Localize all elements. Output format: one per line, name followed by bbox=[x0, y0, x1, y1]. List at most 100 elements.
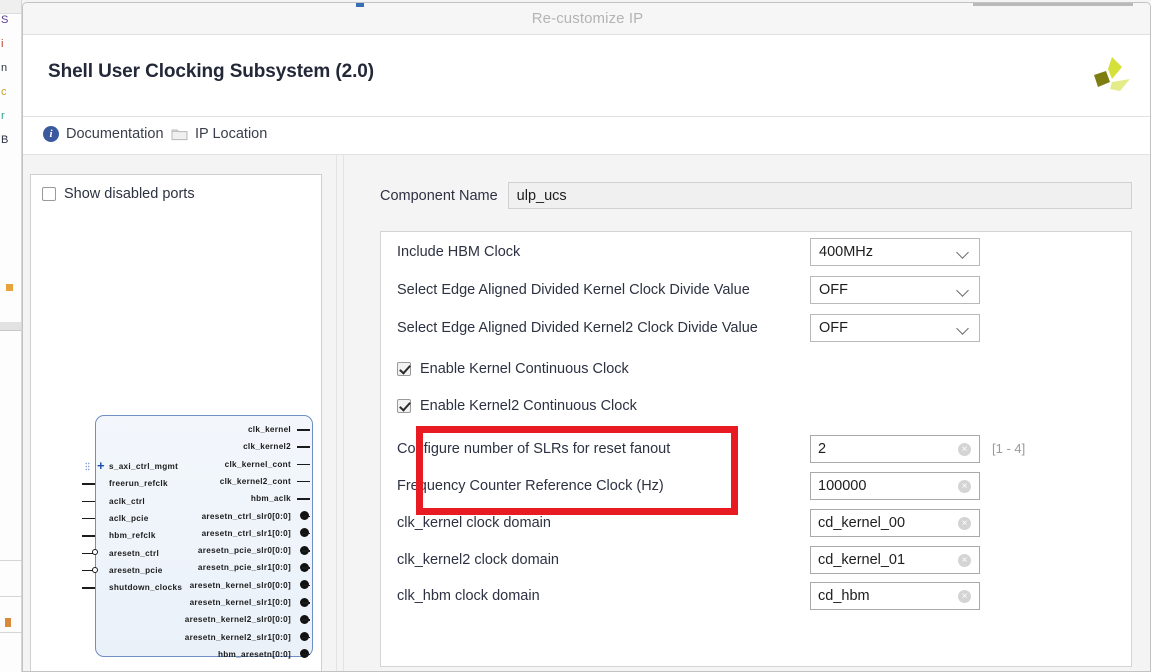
bg-char-4: r bbox=[1, 110, 5, 122]
kernel-clock-divide-value-value: OFF bbox=[819, 282, 848, 298]
pin-label-left: aclk_pcie bbox=[109, 513, 149, 523]
kernel-clock-divide-value-control: OFF bbox=[810, 276, 980, 304]
show-disabled-ports-row[interactable]: Show disabled ports bbox=[42, 186, 195, 202]
dialog-body: Show disabled ports s_axi_ctrl_mgmt + free… bbox=[23, 155, 1150, 671]
pin-label-right: clk_kernel2_cont bbox=[219, 476, 291, 486]
kernel-clock-divide-value-select[interactable]: OFF bbox=[810, 276, 980, 304]
pin-stub-right bbox=[302, 636, 310, 639]
settings-row: clk_kernel clock domain cd_kernel_00 × bbox=[381, 508, 1133, 538]
ports-diagram-box: Show disabled ports s_axi_ctrl_mgmt + free… bbox=[30, 174, 322, 671]
settings-row: Frequency Counter Reference Clock (Hz) 10… bbox=[381, 471, 1133, 501]
bg-divider-3 bbox=[0, 596, 21, 597]
kernel2-clock-divide-value-value: OFF bbox=[819, 320, 848, 336]
chevron-down-icon[interactable] bbox=[956, 284, 969, 297]
dialog-titlebar[interactable]: Re-customize IP bbox=[23, 3, 1150, 35]
clear-field-icon[interactable]: × bbox=[958, 590, 971, 603]
enable-kernel2-continuous-clock-row[interactable]: Enable Kernel2 Continuous Clock bbox=[397, 391, 637, 421]
enable-kernel2-continuous-clock-label: Enable Kernel2 Continuous Clock bbox=[420, 398, 637, 414]
pin-stub-right bbox=[297, 463, 310, 466]
pin-label-right: aresetn_ctrl_slr0[0:0] bbox=[201, 511, 291, 521]
enable-kernel-continuous-clock-checkbox[interactable] bbox=[397, 362, 411, 376]
slr-reset-fanout-range-hint: [1 - 4] bbox=[992, 441, 1026, 456]
ip-location-label: IP Location bbox=[195, 126, 268, 142]
freq-counter-ref-clock-input[interactable]: 100000 × bbox=[810, 472, 980, 500]
pin-stub-left bbox=[82, 517, 95, 520]
clk-kernel-clock-domain-control: cd_kernel_00 × bbox=[810, 509, 980, 537]
pin-label-right: aresetn_kernel2_slr1[0:0] bbox=[184, 632, 291, 642]
settings-row: Configure number of SLRs for reset fanou… bbox=[381, 434, 1133, 464]
kernel-clock-divide-value-label: Select Edge Aligned Divided Kernel Clock… bbox=[397, 282, 750, 298]
pin-label-left: aresetn_pcie bbox=[109, 565, 163, 575]
pin-label-right: aresetn_kernel2_slr0[0:0] bbox=[184, 615, 291, 625]
settings-panel: Include HBM Clock 400MHz Select Edge Align… bbox=[380, 231, 1132, 667]
freq-counter-ref-clock-value: 100000 bbox=[818, 478, 867, 494]
component-name-input[interactable] bbox=[507, 182, 1132, 209]
component-name-row: Component Name bbox=[380, 182, 1132, 209]
pin-stub-right bbox=[297, 446, 310, 448]
pin-stub-right bbox=[297, 429, 310, 431]
include-hbm-clock-select[interactable]: 400MHz bbox=[810, 238, 980, 266]
chevron-down-icon[interactable] bbox=[956, 322, 969, 335]
chevron-down-icon[interactable] bbox=[956, 246, 969, 259]
pin-stub-right bbox=[302, 602, 310, 604]
settings-pane: Component Name Include HBM Clock 400MHz Se… bbox=[344, 155, 1150, 671]
folder-icon bbox=[171, 127, 188, 141]
clk-hbm-clock-domain-value: cd_hbm bbox=[818, 588, 870, 604]
enable-kernel2-continuous-clock-checkbox[interactable] bbox=[397, 399, 411, 413]
pin-label-right: aresetn_ctrl_slr1[0:0] bbox=[201, 528, 291, 538]
pin-label-right: aresetn_pcie_slr1[0:0] bbox=[197, 563, 291, 573]
bg-char-2: n bbox=[1, 62, 8, 74]
clear-field-icon[interactable]: × bbox=[958, 443, 971, 456]
settings-row: Select Edge Aligned Divided Kernel Clock… bbox=[381, 275, 1133, 305]
clk-kernel2-clock-domain-control: cd_kernel_01 × bbox=[810, 546, 980, 574]
pin-stub-right bbox=[297, 480, 310, 483]
kernel2-clock-divide-value-select[interactable]: OFF bbox=[810, 314, 980, 342]
clear-field-icon[interactable]: × bbox=[958, 517, 971, 530]
pin-label-right: hbm_aclk bbox=[250, 494, 291, 504]
component-name-label: Component Name bbox=[380, 187, 498, 204]
settings-row: Select Edge Aligned Divided Kernel2 Cloc… bbox=[381, 313, 1133, 343]
bg-accent-marker bbox=[6, 284, 13, 291]
bg-char-3: c bbox=[1, 86, 7, 98]
bus-expand-grip[interactable] bbox=[85, 462, 90, 471]
dialog-header: Shell User Clocking Subsystem (2.0) bbox=[23, 35, 1150, 117]
bus-expand-plus-icon[interactable]: + bbox=[97, 459, 105, 472]
bg-divider-1 bbox=[0, 330, 21, 331]
clk-hbm-clock-domain-control: cd_hbm × bbox=[810, 582, 980, 610]
show-disabled-ports-label: Show disabled ports bbox=[64, 186, 195, 202]
pin-label-left: freerun_refclk bbox=[109, 479, 168, 489]
pin-label-right: clk_kernel2 bbox=[243, 442, 291, 452]
pin-label-right: clk_kernel_cont bbox=[224, 459, 291, 469]
dialog-title: Re-customize IP bbox=[531, 10, 644, 27]
clk-kernel2-clock-domain-label: clk_kernel2 clock domain bbox=[397, 552, 559, 568]
kernel2-clock-divide-value-control: OFF bbox=[810, 314, 980, 342]
pane-splitter[interactable] bbox=[336, 155, 344, 671]
documentation-label: Documentation bbox=[66, 126, 164, 142]
slr-reset-fanout-label: Configure number of SLRs for reset fanou… bbox=[397, 441, 671, 457]
settings-row: Enable Kernel Continuous Clock bbox=[381, 354, 1133, 384]
recustomize-ip-dialog: Re-customize IP Shell User Clocking Subs… bbox=[22, 2, 1151, 672]
pin-stub-left bbox=[82, 587, 95, 589]
clk-kernel2-clock-domain-input[interactable]: cd_kernel_01 × bbox=[810, 546, 980, 574]
logo-svg bbox=[1094, 57, 1130, 91]
clear-field-icon[interactable]: × bbox=[958, 480, 971, 493]
clk-hbm-clock-domain-input[interactable]: cd_hbm × bbox=[810, 582, 980, 610]
clk-kernel-clock-domain-input[interactable]: cd_kernel_00 × bbox=[810, 509, 980, 537]
pin-stub-right bbox=[302, 584, 310, 587]
page-title: Shell User Clocking Subsystem (2.0) bbox=[48, 61, 374, 82]
clear-field-icon[interactable]: × bbox=[958, 554, 971, 567]
freq-counter-ref-clock-control: 100000 × bbox=[810, 472, 980, 500]
slr-reset-fanout-input[interactable]: 2 × bbox=[810, 435, 980, 463]
bg-char-1: i bbox=[1, 38, 4, 50]
pin-label-right: aresetn_pcie_slr0[0:0] bbox=[197, 546, 291, 556]
info-icon: i bbox=[43, 126, 59, 142]
ip-block-symbol: s_axi_ctrl_mgmt + freerun_refclk aclk_ctrl a… bbox=[71, 415, 321, 660]
clk-hbm-clock-domain-label: clk_hbm clock domain bbox=[397, 588, 540, 604]
pin-stub-left bbox=[82, 483, 95, 485]
enable-kernel-continuous-clock-row[interactable]: Enable Kernel Continuous Clock bbox=[397, 354, 629, 384]
documentation-button[interactable]: i Documentation bbox=[43, 126, 164, 142]
freq-counter-ref-clock-label: Frequency Counter Reference Clock (Hz) bbox=[397, 478, 664, 494]
ip-location-button[interactable]: IP Location bbox=[171, 126, 267, 142]
pin-label-right: hbm_aresetn[0:0] bbox=[217, 649, 291, 659]
show-disabled-ports-checkbox[interactable] bbox=[42, 187, 56, 201]
